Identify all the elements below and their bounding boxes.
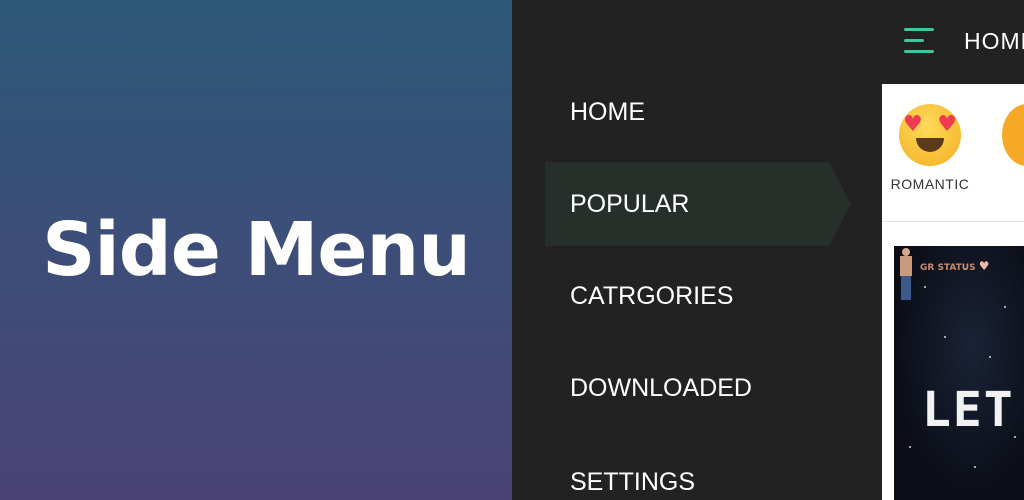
category-item[interactable] <box>1002 104 1024 166</box>
side-menu: HOME POPULAR CATRGORIES DOWNLOADED SETTI… <box>512 70 852 500</box>
menu-item-categories[interactable]: CATRGORIES <box>545 254 829 338</box>
menu-item-label: CATRGORIES <box>570 281 734 310</box>
category-romantic[interactable]: ♥ ♥ ROMANTIC <box>880 104 980 192</box>
menu-item-label: HOME <box>570 97 645 126</box>
heart-icon: ♥ <box>978 259 990 273</box>
category-row: ♥ ♥ ROMANTIC <box>882 84 1024 222</box>
menu-item-label: POPULAR <box>570 189 690 218</box>
menu-item-downloaded[interactable]: DOWNLOADED <box>545 346 829 430</box>
promo-title: Side Menu <box>42 207 471 293</box>
brand-logo: GR STATUS ♥ <box>920 259 990 273</box>
menu-item-settings[interactable]: SETTINGS <box>545 440 829 500</box>
card-caption: LET I <box>922 382 1024 438</box>
menu-item-label: SETTINGS <box>570 467 696 496</box>
category-label: ROMANTIC <box>890 176 970 192</box>
content-panel: ♥ ♥ ROMANTIC GR STATUS ♥ LET <box>882 84 1024 500</box>
top-bar: HOME <box>882 0 1024 84</box>
screenshot-root: Side Menu HOME POPULAR CATRGORIES DOWNLO… <box>0 0 1024 500</box>
app-screen: HOME POPULAR CATRGORIES DOWNLOADED SETTI… <box>512 0 1024 500</box>
menu-item-home[interactable]: HOME <box>545 70 829 154</box>
person-figure <box>896 248 916 304</box>
video-card[interactable]: GR STATUS ♥ LET I <box>894 246 1024 500</box>
hamburger-menu-icon[interactable] <box>904 28 934 54</box>
heart-eyes-emoji-icon: ♥ ♥ <box>899 104 961 166</box>
top-bar-title: HOME <box>964 28 1024 54</box>
emoji-icon <box>1002 104 1024 166</box>
promo-panel: Side Menu <box>0 0 512 500</box>
menu-item-label: DOWNLOADED <box>570 373 752 402</box>
menu-item-popular[interactable]: POPULAR <box>545 162 851 246</box>
